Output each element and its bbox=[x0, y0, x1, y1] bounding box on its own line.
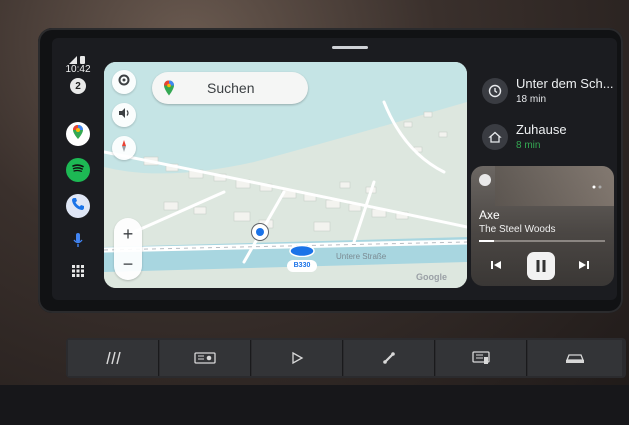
previous-track-button[interactable] bbox=[489, 258, 503, 272]
menu-lines-icon bbox=[106, 351, 121, 365]
destination-title: Unter dem Sch... bbox=[516, 76, 614, 91]
zoom-control: + − bbox=[114, 218, 142, 280]
track-title: Axe bbox=[479, 208, 500, 222]
zoom-out-button[interactable]: − bbox=[114, 252, 142, 276]
position-label: B330 bbox=[287, 260, 317, 272]
poi-marker-icon[interactable] bbox=[252, 224, 268, 240]
destination-eta: 8 min bbox=[516, 140, 541, 151]
destination-card-home[interactable]: Zuhause 8 min bbox=[474, 118, 614, 164]
street-label: Untere Straße bbox=[336, 252, 387, 261]
signal-battery-icon bbox=[68, 52, 88, 64]
play-pause-button[interactable] bbox=[527, 252, 555, 280]
phone-icon bbox=[70, 196, 86, 217]
destination-card-recent[interactable]: Unter dem Sch... 18 min bbox=[474, 72, 614, 118]
skip-next-icon bbox=[579, 261, 589, 269]
clock: 10:42 bbox=[65, 64, 91, 75]
hard-button-radio[interactable] bbox=[160, 340, 251, 376]
search-bar[interactable]: Suchen bbox=[152, 72, 308, 104]
settings-screen-icon bbox=[472, 351, 490, 364]
position-puck-icon bbox=[289, 244, 315, 258]
destination-eta: 18 min bbox=[516, 94, 547, 105]
page-dots-icon bbox=[591, 176, 605, 189]
phone-app-button[interactable] bbox=[66, 194, 90, 218]
google-attribution: Google bbox=[416, 272, 447, 282]
history-icon bbox=[482, 78, 508, 104]
assistant-mic-icon[interactable] bbox=[70, 232, 86, 248]
search-placeholder: Suchen bbox=[207, 80, 255, 96]
maps-app-button[interactable] bbox=[66, 122, 90, 146]
progress-fill bbox=[479, 240, 495, 242]
phone-icon bbox=[383, 352, 395, 364]
track-artist: The Steel Woods bbox=[479, 224, 556, 235]
hard-button-display-settings[interactable] bbox=[436, 340, 527, 376]
gear-icon bbox=[117, 73, 131, 92]
spotify-icon bbox=[70, 160, 86, 181]
maps-icon bbox=[70, 124, 86, 145]
notification-badge[interactable]: 2 bbox=[70, 78, 86, 94]
plus-icon: + bbox=[122, 224, 134, 244]
minus-icon: − bbox=[122, 254, 134, 274]
hard-button-vehicle[interactable] bbox=[528, 340, 622, 376]
home-icon bbox=[482, 124, 508, 150]
settings-button[interactable] bbox=[112, 70, 136, 94]
spotify-source-icon bbox=[479, 174, 491, 186]
app-rail: 10:42 2 bbox=[58, 52, 98, 292]
destination-title: Zuhause bbox=[516, 122, 567, 137]
hard-button-media[interactable] bbox=[252, 340, 343, 376]
drag-handle[interactable] bbox=[332, 46, 368, 49]
audio-guidance-button[interactable] bbox=[112, 103, 136, 127]
hard-button-phone[interactable] bbox=[344, 340, 435, 376]
next-track-button[interactable] bbox=[577, 258, 591, 272]
compass-button[interactable] bbox=[112, 136, 136, 160]
hard-button-menu[interactable] bbox=[68, 340, 159, 376]
progress-track[interactable] bbox=[479, 240, 605, 242]
app-launcher-icon[interactable] bbox=[71, 264, 85, 278]
skip-previous-icon bbox=[491, 261, 501, 269]
zoom-in-button[interactable]: + bbox=[114, 222, 142, 246]
compass-icon bbox=[117, 139, 131, 158]
spotify-app-button[interactable] bbox=[66, 158, 90, 182]
radio-icon bbox=[194, 352, 216, 364]
lower-dashboard bbox=[0, 385, 629, 425]
maps-pin-icon bbox=[162, 80, 176, 101]
media-card[interactable]: Axe The Steel Woods bbox=[471, 166, 614, 286]
car-icon bbox=[566, 354, 584, 363]
pause-icon bbox=[536, 260, 546, 272]
play-icon bbox=[292, 351, 304, 365]
speaker-icon bbox=[117, 106, 131, 125]
